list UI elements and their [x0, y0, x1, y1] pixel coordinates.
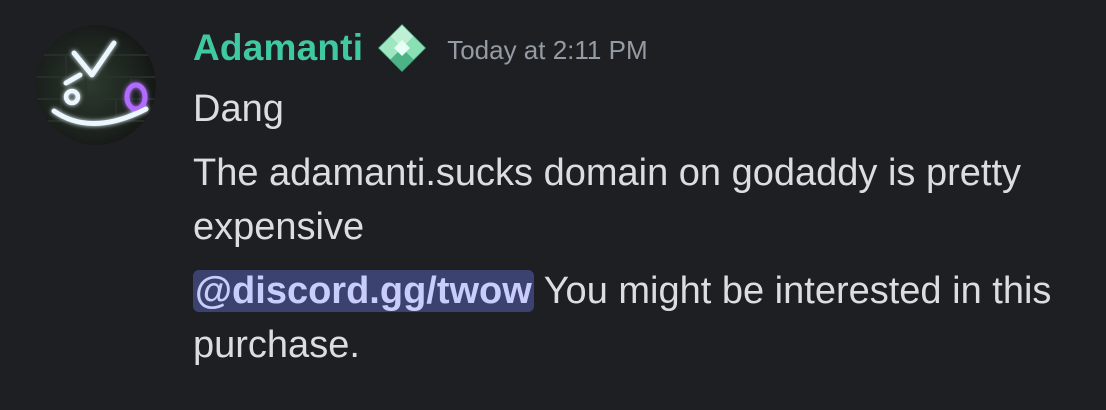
user-avatar[interactable] [36, 25, 156, 145]
message-timestamp[interactable]: Today at 2:11 PM [447, 35, 647, 66]
user-mention[interactable]: @discord.gg/twow [193, 270, 534, 312]
username[interactable]: Adamanti [193, 27, 363, 69]
neon-face-avatar-icon [36, 25, 156, 145]
message-text: Dang [193, 88, 284, 130]
green-gem-icon[interactable] [373, 23, 431, 73]
chat-message: Adamanti Today at 2:11 PM Dang The adama… [0, 0, 1106, 410]
message-text: The adamanti.sucks domain on godaddy is … [193, 152, 1022, 248]
message-header: Adamanti Today at 2:11 PM [193, 22, 648, 74]
message-content: Dang The adamanti.sucks domain on godadd… [193, 82, 1093, 372]
message-text-with-mention: @discord.gg/twow You might be interested… [193, 264, 1093, 372]
